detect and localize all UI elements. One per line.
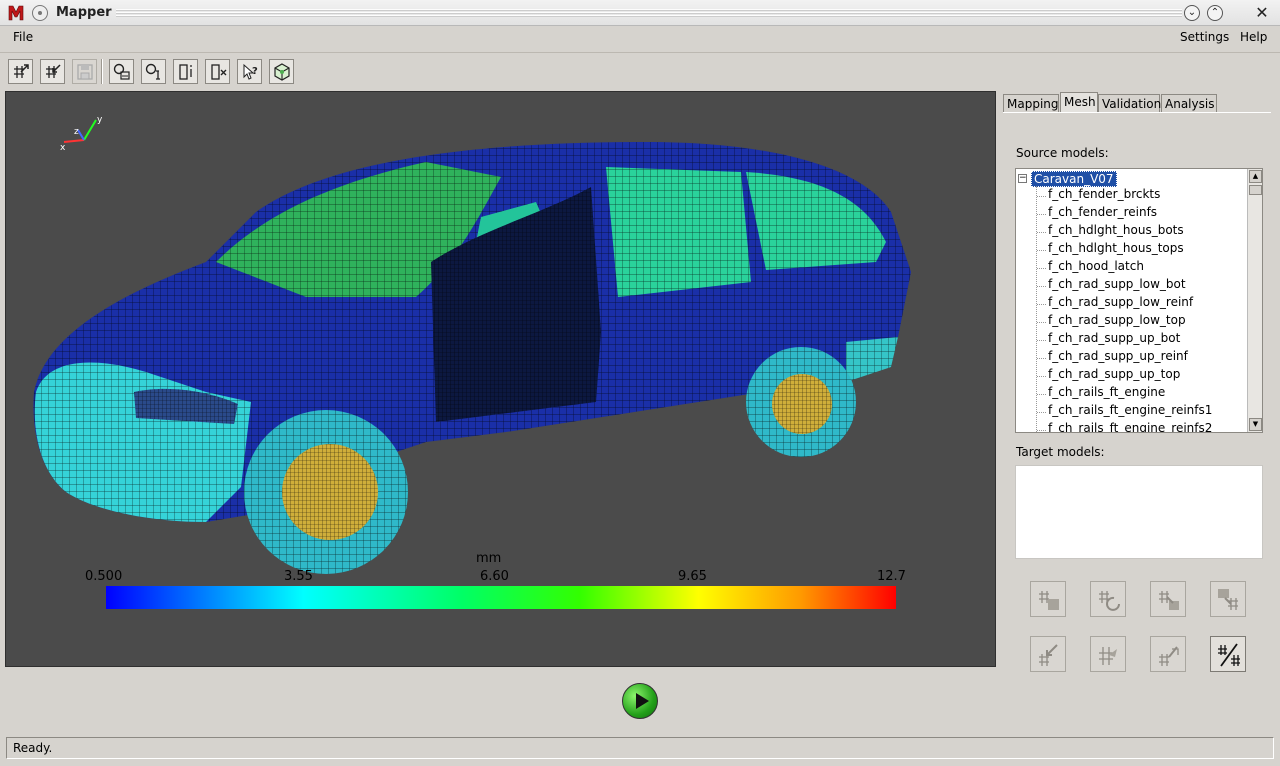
side-panel: Mapping Mesh Validation Analysis Source …: [1000, 91, 1275, 672]
node-info-button[interactable]: [173, 59, 198, 84]
tree-item[interactable]: f_ch_hdlght_hous_tops: [1037, 241, 1184, 259]
menu-settings[interactable]: Settings: [1176, 29, 1233, 45]
node-info-icon: [179, 64, 192, 80]
tab-validation[interactable]: Validation: [1098, 94, 1161, 113]
tree-item[interactable]: f_ch_rails_ft_engine_reinfs1: [1036, 403, 1212, 421]
source-model-tree[interactable]: − Caravan_V07 f_ch_fender_brckts f_ch_fe…: [1015, 168, 1263, 433]
tree-scrollbar[interactable]: ▲ ▼: [1247, 169, 1262, 432]
svg-text:?: ?: [252, 66, 258, 77]
title-stripes: [116, 9, 1182, 17]
close-button[interactable]: ✕: [1254, 5, 1270, 21]
tree-item[interactable]: f_ch_fender_reinfs: [1036, 205, 1157, 223]
tree-item[interactable]: f_ch_fender_brckts: [1036, 187, 1160, 205]
cube-view-button[interactable]: [269, 59, 294, 84]
mesh-export-icon: [46, 64, 61, 78]
pick-node-button[interactable]: [1090, 636, 1126, 672]
menu-bar: File Settings Help: [0, 27, 1280, 49]
target-models-label: Target models:: [1016, 445, 1105, 459]
axis-triad: y x z: [60, 115, 103, 153]
edit-mesh-button[interactable]: [1150, 636, 1186, 672]
tab-mapping[interactable]: Mapping: [1003, 94, 1059, 113]
tree-item[interactable]: f_ch_rad_supp_low_top: [1037, 313, 1186, 331]
axis-y-label: y: [97, 115, 103, 125]
delete-element-icon: [211, 64, 227, 80]
mesh-import-icon: [14, 64, 29, 78]
import-target-icon: [1039, 644, 1058, 666]
tree-item[interactable]: f_ch_rad_supp_up_top: [1036, 367, 1180, 385]
menu-help[interactable]: Help: [1236, 29, 1271, 45]
tree-item[interactable]: f_ch_rad_supp_low_reinf: [1036, 295, 1193, 313]
collapse-icon[interactable]: −: [1018, 174, 1027, 183]
status-text: Ready.: [13, 741, 53, 755]
target-model-list[interactable]: [1015, 465, 1263, 559]
model-viewport[interactable]: y x z mm 0.500 3.55 6.60 9.65 12.7: [5, 91, 996, 667]
axis-z-label: z: [74, 127, 79, 137]
copy-mesh-button[interactable]: [1030, 581, 1066, 617]
window-title: Mapper: [56, 5, 112, 20]
select-info-button[interactable]: [141, 59, 166, 84]
save-button[interactable]: [72, 59, 97, 84]
transfer-mesh-button[interactable]: [1210, 581, 1246, 617]
refresh-mesh-button[interactable]: [1090, 581, 1126, 617]
pick-query-icon: ?: [243, 63, 258, 80]
tree-item[interactable]: f_ch_hdlght_hous_bots: [1037, 223, 1184, 241]
edit-mesh-icon: [1159, 646, 1179, 666]
tab-analysis[interactable]: Analysis: [1161, 94, 1217, 113]
title-bar: Mapper ⌄ ⌃ ✕: [0, 0, 1280, 26]
map-mesh-icon: [1159, 591, 1179, 610]
maximize-button[interactable]: ⌃: [1207, 5, 1223, 21]
tree-item[interactable]: f_ch_rad_supp_up_bot: [1036, 331, 1180, 349]
toolbar-separator: [101, 59, 103, 84]
tree-item[interactable]: f_ch_rails_ft_engine_reinfs2: [1036, 421, 1212, 432]
colorbar-tick-4: 12.7: [877, 569, 906, 584]
car-model: [33, 142, 911, 574]
cube-view-icon: [274, 63, 290, 81]
select-info-icon: [145, 63, 160, 80]
colorbar-tick-3: 9.65: [678, 569, 707, 584]
run-button[interactable]: [622, 683, 658, 719]
scroll-down-icon[interactable]: ▼: [1249, 418, 1262, 431]
select-region-icon: [113, 63, 130, 80]
scroll-thumb[interactable]: [1249, 185, 1262, 195]
colorbar-tick-1: 3.55: [284, 569, 313, 584]
window-menu-icon[interactable]: [32, 5, 48, 21]
pick-node-icon: [1099, 647, 1117, 665]
scroll-up-icon[interactable]: ▲: [1249, 170, 1262, 183]
mesh-export-button[interactable]: [40, 59, 65, 84]
split-mesh-button[interactable]: [1210, 636, 1246, 672]
tree-item[interactable]: f_ch_rad_supp_up_reinf: [1037, 349, 1188, 367]
minimize-button[interactable]: ⌄: [1184, 5, 1200, 21]
color-legend-bar: [106, 586, 896, 609]
axis-x-label: x: [60, 143, 66, 153]
tree-item[interactable]: f_ch_rad_supp_low_bot: [1037, 277, 1186, 295]
tree-item[interactable]: f_ch_hood_latch: [1037, 259, 1144, 277]
tab-mesh[interactable]: Mesh: [1060, 92, 1098, 113]
colorbar-unit: mm: [476, 551, 502, 566]
source-models-label: Source models:: [1016, 146, 1109, 160]
map-mesh-button[interactable]: [1150, 581, 1186, 617]
status-bar: Ready.: [6, 737, 1274, 759]
delete-element-button[interactable]: [205, 59, 230, 84]
tree-root-label[interactable]: Caravan_V07: [1031, 171, 1117, 187]
transfer-mesh-icon: [1218, 589, 1238, 610]
mapper-logo-icon: [8, 5, 24, 21]
toolbar: ?: [0, 52, 1280, 88]
select-region-button[interactable]: [109, 59, 134, 84]
colorbar-tick-2: 6.60: [480, 569, 509, 584]
tree-item[interactable]: f_ch_rails_ft_engine: [1036, 385, 1165, 403]
colorbar-tick-0: 0.500: [85, 569, 123, 584]
split-mesh-icon: [1218, 643, 1240, 667]
tree-guide-line: [1036, 186, 1037, 432]
mesh-import-button[interactable]: [8, 59, 33, 84]
refresh-mesh-icon: [1099, 591, 1120, 611]
pick-query-button[interactable]: ?: [237, 59, 262, 84]
copy-mesh-icon: [1039, 591, 1059, 610]
save-icon: [77, 64, 93, 80]
mesh-tab-content: Source models: − Caravan_V07 f_ch_fender…: [1003, 112, 1271, 672]
import-target-button[interactable]: [1030, 636, 1066, 672]
menu-file[interactable]: File: [9, 29, 37, 45]
